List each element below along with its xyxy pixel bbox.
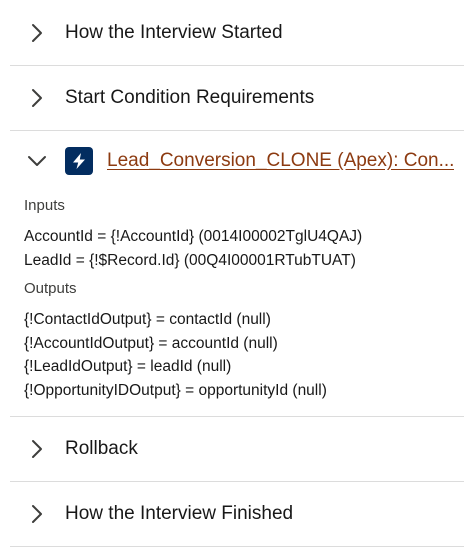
apex-action-details: Inputs AccountId = {!AccountId} (0014I00…	[10, 197, 464, 416]
apex-action-link[interactable]: Lead_Conversion_CLONE (Apex): Con...	[107, 150, 454, 172]
lightning-bolt-icon	[65, 147, 93, 175]
output-line: {!ContactIdOutput} = contactId (null)	[24, 311, 271, 328]
rollback-header[interactable]: Rollback	[10, 417, 464, 481]
chevron-right-icon	[25, 437, 49, 461]
inputs-heading: Inputs	[24, 197, 65, 214]
output-line: {!AccountIdOutput} = accountId (null)	[24, 334, 278, 352]
rollback-label: Rollback	[65, 438, 138, 459]
how-interview-started-header[interactable]: How the Interview Started	[10, 0, 464, 65]
section-how-interview-started: How the Interview Started	[10, 0, 464, 66]
outputs-heading: Outputs	[24, 280, 77, 297]
section-start-condition-requirements: Start Condition Requirements	[10, 66, 464, 131]
section-rollback: Rollback	[10, 417, 464, 482]
how-interview-finished-label: How the Interview Finished	[65, 503, 294, 524]
input-line: LeadId = {!$Record.Id} (00Q4I00001RTubTU…	[24, 251, 356, 269]
how-interview-finished-header[interactable]: How the Interview Finished	[10, 482, 464, 546]
output-line: {!LeadIdOutput} = leadId (null)	[24, 358, 232, 375]
section-how-interview-finished: How the Interview Finished	[10, 482, 464, 547]
input-line: AccountId = {!AccountId} (0014I00002TglU…	[24, 228, 363, 245]
chevron-down-icon[interactable]	[25, 149, 49, 173]
chevron-right-icon	[25, 86, 49, 110]
apex-action-header: Lead_Conversion_CLONE (Apex): Con...	[10, 131, 464, 187]
output-line: {!OpportunityIDOutput} = opportunityId (…	[24, 381, 327, 399]
chevron-right-icon	[25, 21, 49, 45]
start-condition-requirements-header[interactable]: Start Condition Requirements	[10, 66, 464, 130]
chevron-right-icon	[25, 502, 49, 526]
section-apex-action: Lead_Conversion_CLONE (Apex): Con... Inp…	[10, 131, 464, 417]
interview-details-panel: How the Interview Started Start Conditio…	[10, 0, 464, 547]
start-condition-requirements-label: Start Condition Requirements	[65, 87, 315, 108]
how-interview-started-label: How the Interview Started	[65, 21, 283, 43]
